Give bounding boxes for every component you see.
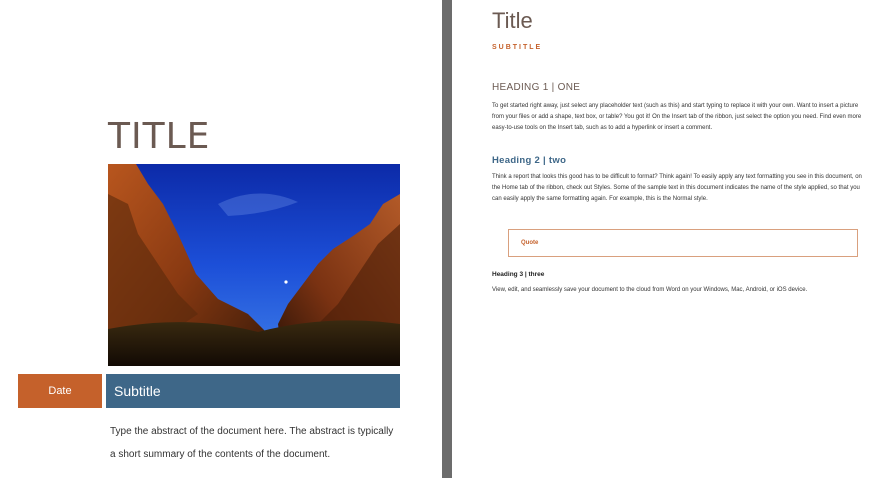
paragraph-3[interactable]: View, edit, and seamlessly save your doc… [492,285,868,296]
cover-title[interactable]: TITLE [108,116,210,157]
cover-subtitle[interactable]: Subtitle [106,374,400,408]
abstract-text[interactable]: Type the abstract of the document here. … [110,420,400,466]
quote-block[interactable]: Quote [508,229,858,257]
document-title[interactable]: Title [492,8,533,34]
cover-page[interactable]: TITLE Date Subtitle Type the abstract of… [0,0,442,478]
canyon-photo-graphic [108,164,400,366]
document-subtitle[interactable]: SUBTITLE [492,44,542,51]
heading-1[interactable]: HEADING 1 | ONE [492,82,580,93]
heading-3[interactable]: Heading 3 | three [492,271,544,278]
quote-text: Quote [521,240,539,246]
page-divider [442,0,452,478]
body-page[interactable]: Title SUBTITLE HEADING 1 | ONE To get st… [452,0,870,478]
cover-photo[interactable] [108,164,400,366]
paragraph-2[interactable]: Think a report that looks this good has … [492,172,868,205]
date-field[interactable]: Date [18,374,102,408]
paragraph-1[interactable]: To get started right away, just select a… [492,101,868,134]
document-viewer: TITLE Date Subtitle Type the abstract of… [0,0,870,478]
heading-2[interactable]: Heading 2 | two [492,155,566,166]
